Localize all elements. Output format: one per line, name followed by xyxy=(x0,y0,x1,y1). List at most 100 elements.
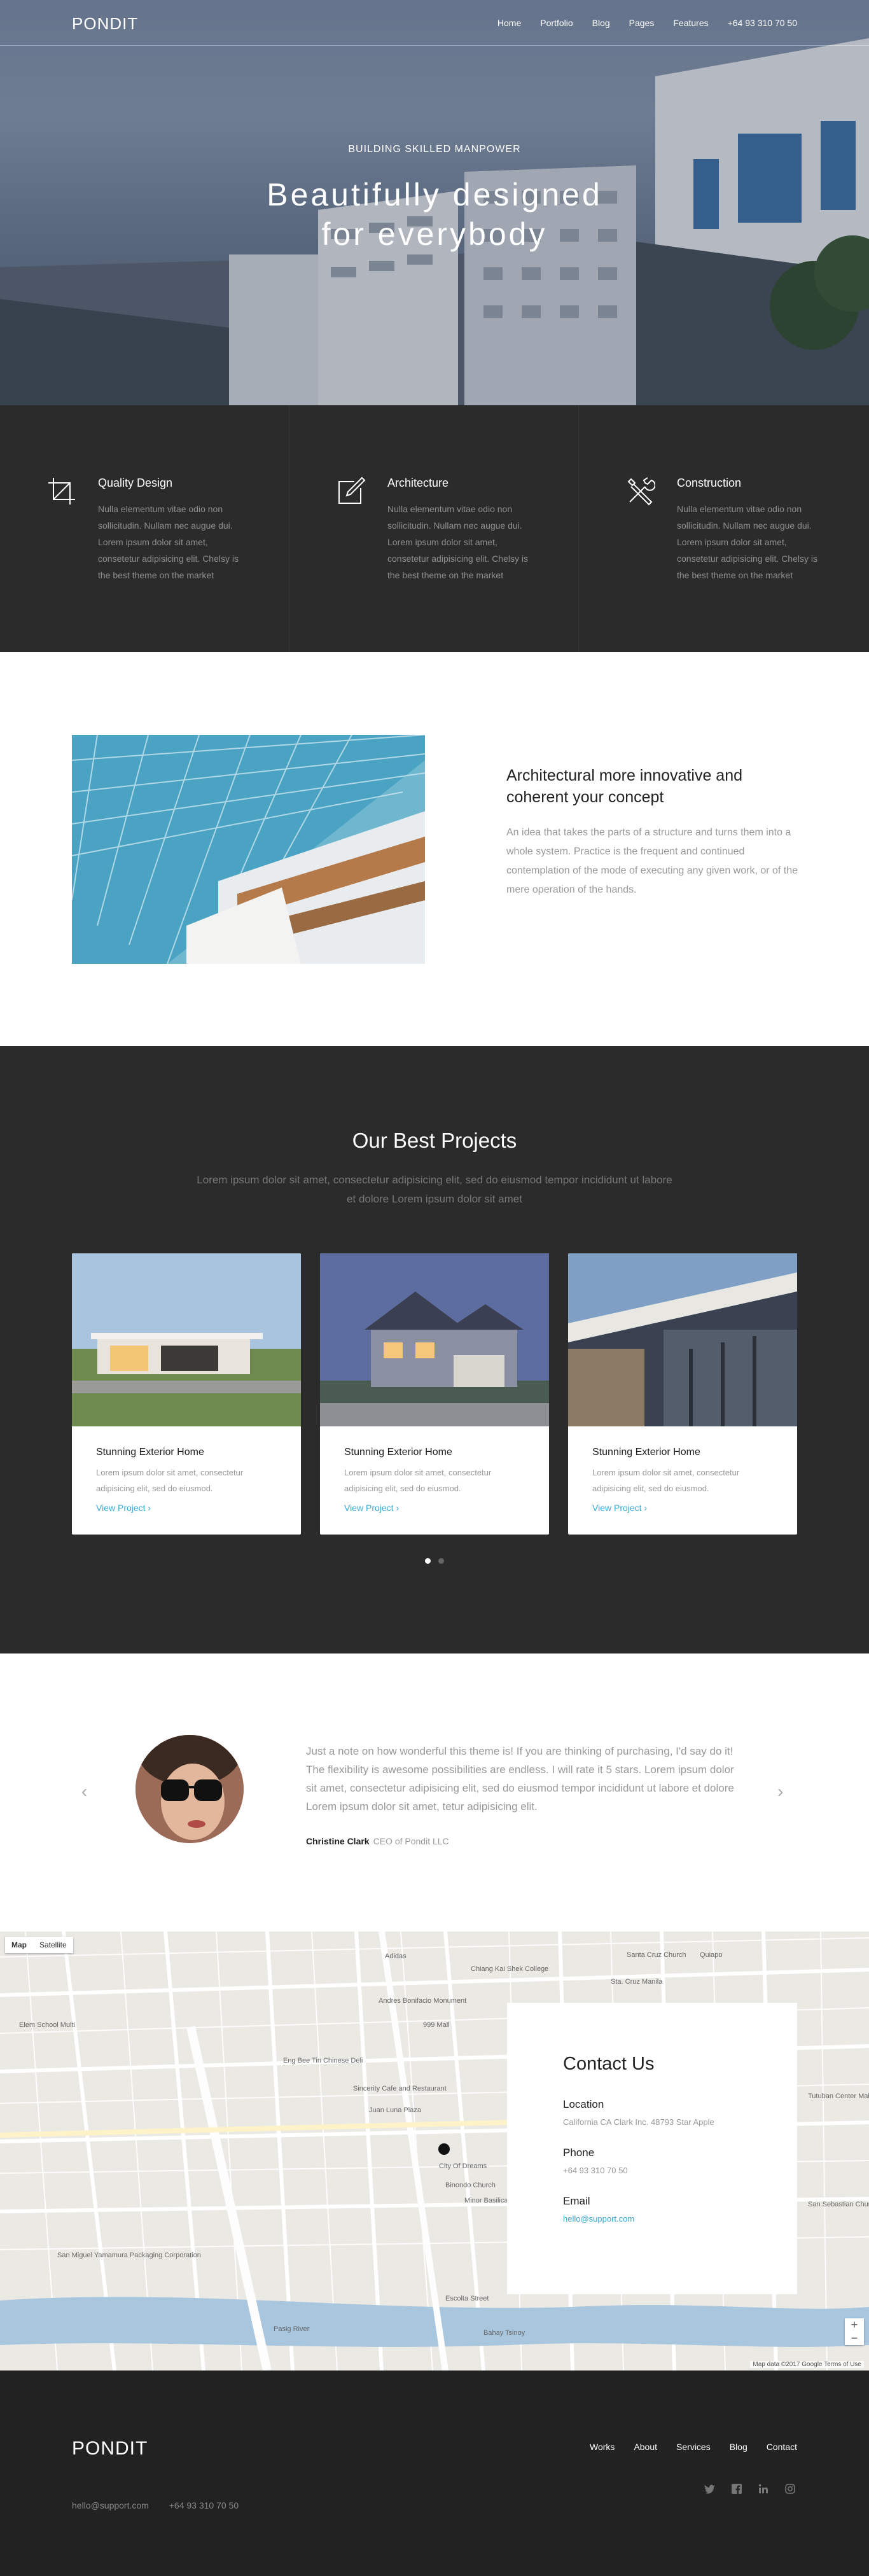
map-label: Eng Bee Tin Chinese Deli xyxy=(283,2057,363,2064)
facebook-icon[interactable] xyxy=(730,2484,744,2497)
contact-title: Contact Us xyxy=(563,2054,655,2074)
zoom-in-button[interactable]: + xyxy=(845,2318,864,2332)
social-links xyxy=(703,2484,797,2497)
map-label: Pasig River xyxy=(274,2325,310,2333)
about-text: An idea that takes the parts of a struct… xyxy=(506,827,798,895)
map-label: San Miguel Yamamura Packaging Corporatio… xyxy=(57,2252,201,2259)
nav-item-pages[interactable]: Pages xyxy=(629,18,655,28)
features-section: Quality Design Nulla elementum vitae odi… xyxy=(0,405,869,652)
map-label: Tutuban Center Mall xyxy=(808,2092,869,2100)
projects-title: Our Best Projects xyxy=(352,1129,517,1152)
footer-nav-blog[interactable]: Blog xyxy=(730,2442,747,2452)
footer-nav-contact[interactable]: Contact xyxy=(767,2442,797,2452)
twitter-icon[interactable] xyxy=(703,2484,717,2497)
instagram-icon[interactable] xyxy=(783,2484,797,2497)
feature-architecture: Architecture Nulla elementum vitae odio … xyxy=(289,405,579,652)
map-label: 999 Mall xyxy=(423,2021,450,2029)
linkedin-icon[interactable] xyxy=(756,2484,770,2497)
project-card[interactable]: Stunning Exterior Home Lorem ipsum dolor… xyxy=(320,1253,549,1535)
testimonial-author: Christine Clark CEO of Pondit LLC xyxy=(306,1836,449,1846)
project-image xyxy=(72,1253,301,1426)
map-section[interactable]: Adidas Chiang Kai Shek College Andres Bo… xyxy=(0,1932,869,2371)
map-credit[interactable]: Map data ©2017 Google Terms of Use xyxy=(750,2361,864,2368)
map-label: Sta. Cruz Manila xyxy=(611,1978,663,1986)
footer-nav-works[interactable]: Works xyxy=(590,2442,615,2452)
hero-kicker: BUILDING SKILLED MANPOWER xyxy=(348,144,521,155)
carousel-dots xyxy=(0,1558,869,1564)
map-label: Escolta Street xyxy=(445,2295,489,2302)
top-nav: PONDIT Home Portfolio Blog Pages Feature… xyxy=(0,0,869,46)
footer-phone[interactable]: +64 93 310 70 50 xyxy=(169,2500,239,2510)
testimonial-quote: Just a note on how wonderful this theme … xyxy=(306,1745,734,1813)
feature-quality-design: Quality Design Nulla elementum vitae odi… xyxy=(0,405,289,652)
map-tab-satellite[interactable]: Satellite xyxy=(33,1937,73,1953)
nav-item-home[interactable]: Home xyxy=(497,18,521,28)
project-text: Lorem ipsum dolor sit amet, consectetur … xyxy=(96,1468,244,1493)
view-project-link[interactable]: View Project › xyxy=(592,1503,647,1513)
footer-nav-services[interactable]: Services xyxy=(676,2442,711,2452)
map-label: Juan Luna Plaza xyxy=(369,2106,422,2114)
edit-icon xyxy=(338,477,366,504)
view-project-link[interactable]: View Project › xyxy=(96,1503,151,1513)
zoom-out-button[interactable]: − xyxy=(845,2332,864,2345)
email-link[interactable]: hello@support.com xyxy=(563,2214,634,2224)
testimonial-next-arrow[interactable]: › xyxy=(777,1781,783,1802)
footer-email[interactable]: hello@support.com xyxy=(72,2500,149,2510)
map-label: Andres Bonifacio Monument xyxy=(379,1997,466,2005)
main-menu: Home Portfolio Blog Pages Features +64 9… xyxy=(478,18,797,28)
map-tab-map[interactable]: Map xyxy=(5,1937,33,1953)
phone-label: Phone xyxy=(563,2147,595,2159)
hero-title: Beautifully designed for everybody xyxy=(0,175,869,254)
footer-contact: hello@support.com +64 93 310 70 50 xyxy=(72,2500,256,2510)
phone-value: +64 93 310 70 50 xyxy=(563,2166,628,2175)
nav-item-portfolio[interactable]: Portfolio xyxy=(540,18,573,28)
project-title: Stunning Exterior Home xyxy=(96,1447,204,1458)
nav-item-blog[interactable]: Blog xyxy=(592,18,610,28)
project-text: Lorem ipsum dolor sit amet, consectetur … xyxy=(344,1468,492,1493)
map-type-tabs: Map Satellite xyxy=(5,1937,73,1953)
feature-title: Construction xyxy=(677,477,742,489)
feature-title: Quality Design xyxy=(98,477,173,489)
project-image xyxy=(320,1253,549,1426)
feature-text: Nulla elementum vitae odio non sollicitu… xyxy=(677,504,817,580)
carousel-dot-active[interactable] xyxy=(425,1558,431,1564)
map-label: San Sebastian Church xyxy=(808,2201,869,2208)
footer-logo[interactable]: PONDIT xyxy=(72,2438,148,2460)
map-label: Santa Cruz Church xyxy=(627,1951,686,1959)
email-label: Email xyxy=(563,2195,590,2207)
nav-phone[interactable]: +64 93 310 70 50 xyxy=(728,18,797,28)
footer-nav-about[interactable]: About xyxy=(634,2442,657,2452)
view-project-link[interactable]: View Project › xyxy=(344,1503,399,1513)
project-text: Lorem ipsum dolor sit amet, consectetur … xyxy=(592,1468,740,1493)
feature-text: Nulla elementum vitae odio non sollicitu… xyxy=(98,504,239,580)
project-title: Stunning Exterior Home xyxy=(592,1447,700,1458)
project-card[interactable]: Stunning Exterior Home Lorem ipsum dolor… xyxy=(72,1253,301,1535)
map-zoom-controls: + − xyxy=(845,2318,864,2345)
project-image xyxy=(568,1253,797,1426)
map-label: City Of Dreams xyxy=(439,2162,487,2170)
feature-text: Nulla elementum vitae odio non sollicitu… xyxy=(387,504,528,580)
testimonial-role: CEO of Pondit LLC xyxy=(373,1836,449,1846)
hero-title-line2: for everybody xyxy=(321,216,548,252)
tools-icon xyxy=(627,477,655,506)
carousel-dot[interactable] xyxy=(438,1558,444,1564)
location-value: California CA Clark Inc. 48793 Star Appl… xyxy=(563,2117,714,2127)
hero-section: PONDIT Home Portfolio Blog Pages Feature… xyxy=(0,0,869,405)
nav-item-features[interactable]: Features xyxy=(673,18,708,28)
location-label: Location xyxy=(563,2098,604,2110)
hero-title-line1: Beautifully designed xyxy=(267,177,602,212)
footer: PONDIT Works About Services Blog Contact… xyxy=(0,2371,869,2576)
site-logo[interactable]: PONDIT xyxy=(72,14,138,34)
footer-menu: Works About Services Blog Contact xyxy=(571,2442,797,2452)
map-label: Chiang Kai Shek College xyxy=(471,1965,548,1973)
projects-subtitle: Lorem ipsum dolor sit amet, consectetur … xyxy=(197,1174,672,1205)
project-card[interactable]: Stunning Exterior Home Lorem ipsum dolor… xyxy=(568,1253,797,1535)
testimonial-prev-arrow[interactable]: ‹ xyxy=(81,1781,87,1802)
testimonial-name: Christine Clark xyxy=(306,1836,370,1846)
map-marker[interactable] xyxy=(438,2143,450,2155)
contact-card: Contact Us Location California CA Clark … xyxy=(507,2003,797,2294)
map-label: Bahay Tsinoy xyxy=(483,2329,525,2337)
architecture-photo xyxy=(72,735,425,964)
map-label: Elem School Multi xyxy=(19,2021,75,2029)
feature-construction: Construction Nulla elementum vitae odio … xyxy=(579,405,869,652)
